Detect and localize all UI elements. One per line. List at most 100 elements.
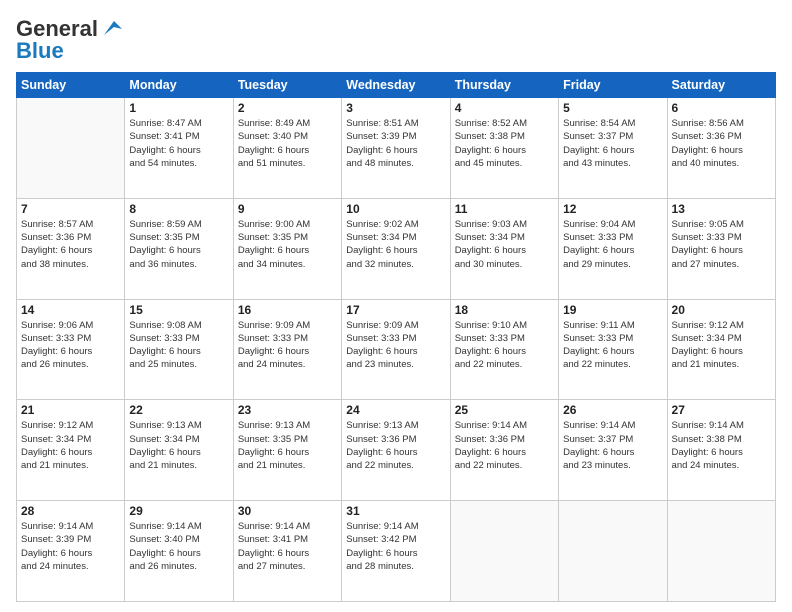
weekday-header-row: SundayMondayTuesdayWednesdayThursdayFrid… [17, 73, 776, 98]
day-cell-29: 29 Sunrise: 9:14 AM Sunset: 3:40 PM Dayli… [125, 501, 233, 602]
day-info: Sunrise: 9:10 AM Sunset: 3:33 PM Dayligh… [455, 319, 554, 372]
header: General Blue [16, 16, 776, 64]
day-info: Sunrise: 8:52 AM Sunset: 3:38 PM Dayligh… [455, 117, 554, 170]
day-number: 2 [238, 101, 337, 115]
main-container: General Blue SundayMondayTuesdayWednesda… [0, 0, 792, 612]
day-number: 22 [129, 403, 228, 417]
day-number: 11 [455, 202, 554, 216]
day-number: 6 [672, 101, 771, 115]
day-cell-31: 31Sunrise: 9:14 AM Sunset: 3:42 PM Dayli… [342, 501, 450, 602]
day-cell-2: 2 Sunrise: 8:49 AM Sunset: 3:40 PM Daylig… [233, 98, 341, 199]
day-info: Sunrise: 9:14 AM Sunset: 3:36 PM Dayligh… [455, 419, 554, 472]
day-info: Sunrise: 9:05 AM Sunset: 3:33 PM Dayligh… [672, 218, 771, 271]
day-info: Sunrise: 9:14 AM Sunset: 3:41 PM Dayligh… [238, 520, 337, 573]
day-info: Sunrise: 9:13 AM Sunset: 3:35 PM Dayligh… [238, 419, 337, 472]
day-cell-18: 18 Sunrise: 9:10 AM Sunset: 3:33 PM Dayli… [450, 299, 558, 400]
day-number: 8 [129, 202, 228, 216]
day-number: 29 [129, 504, 228, 518]
day-cell-8: 8 Sunrise: 8:59 AM Sunset: 3:35 PM Daylig… [125, 198, 233, 299]
day-info: Sunrise: 8:57 AM Sunset: 3:36 PM Dayligh… [21, 218, 120, 271]
day-number: 15 [129, 303, 228, 317]
day-number: 14 [21, 303, 120, 317]
day-number: 19 [563, 303, 662, 317]
day-info: Sunrise: 9:11 AM Sunset: 3:33 PM Dayligh… [563, 319, 662, 372]
day-cell-21: 21Sunrise: 9:12 AM Sunset: 3:34 PM Dayli… [17, 400, 125, 501]
day-cell-7: 7Sunrise: 8:57 AM Sunset: 3:36 PM Daylig… [17, 198, 125, 299]
day-info: Sunrise: 9:09 AM Sunset: 3:33 PM Dayligh… [238, 319, 337, 372]
day-cell-11: 11Sunrise: 9:03 AM Sunset: 3:34 PM Dayli… [450, 198, 558, 299]
day-cell-24: 24 Sunrise: 9:13 AM Sunset: 3:36 PM Dayli… [342, 400, 450, 501]
day-cell-17: 17Sunrise: 9:09 AM Sunset: 3:33 PM Dayli… [342, 299, 450, 400]
day-number: 21 [21, 403, 120, 417]
day-number: 12 [563, 202, 662, 216]
day-info: Sunrise: 9:13 AM Sunset: 3:36 PM Dayligh… [346, 419, 445, 472]
weekday-wednesday: Wednesday [342, 73, 450, 98]
day-cell-12: 12 Sunrise: 9:04 AM Sunset: 3:33 PM Dayli… [559, 198, 667, 299]
day-info: Sunrise: 9:08 AM Sunset: 3:33 PM Dayligh… [129, 319, 228, 372]
day-number: 24 [346, 403, 445, 417]
week-row-2: 7Sunrise: 8:57 AM Sunset: 3:36 PM Daylig… [17, 198, 776, 299]
day-cell-25: 25Sunrise: 9:14 AM Sunset: 3:36 PM Dayli… [450, 400, 558, 501]
empty-cell [559, 501, 667, 602]
day-number: 28 [21, 504, 120, 518]
day-info: Sunrise: 9:14 AM Sunset: 3:42 PM Dayligh… [346, 520, 445, 573]
day-cell-13: 13 Sunrise: 9:05 AM Sunset: 3:33 PM Dayli… [667, 198, 775, 299]
day-cell-16: 16Sunrise: 9:09 AM Sunset: 3:33 PM Dayli… [233, 299, 341, 400]
day-number: 9 [238, 202, 337, 216]
day-number: 18 [455, 303, 554, 317]
logo-bird-icon [100, 19, 122, 37]
weekday-monday: Monday [125, 73, 233, 98]
week-row-1: 1 Sunrise: 8:47 AM Sunset: 3:41 PM Daylig… [17, 98, 776, 199]
day-info: Sunrise: 8:47 AM Sunset: 3:41 PM Dayligh… [129, 117, 228, 170]
day-info: Sunrise: 8:54 AM Sunset: 3:37 PM Dayligh… [563, 117, 662, 170]
day-cell-19: 19 Sunrise: 9:11 AM Sunset: 3:33 PM Dayli… [559, 299, 667, 400]
logo: General Blue [16, 16, 122, 64]
day-info: Sunrise: 9:13 AM Sunset: 3:34 PM Dayligh… [129, 419, 228, 472]
empty-cell [667, 501, 775, 602]
day-info: Sunrise: 9:02 AM Sunset: 3:34 PM Dayligh… [346, 218, 445, 271]
day-number: 20 [672, 303, 771, 317]
day-info: Sunrise: 9:14 AM Sunset: 3:40 PM Dayligh… [129, 520, 228, 573]
day-cell-20: 20Sunrise: 9:12 AM Sunset: 3:34 PM Dayli… [667, 299, 775, 400]
day-number: 4 [455, 101, 554, 115]
day-cell-30: 30 Sunrise: 9:14 AM Sunset: 3:41 PM Dayli… [233, 501, 341, 602]
weekday-friday: Friday [559, 73, 667, 98]
day-info: Sunrise: 9:06 AM Sunset: 3:33 PM Dayligh… [21, 319, 120, 372]
day-cell-5: 5 Sunrise: 8:54 AM Sunset: 3:37 PM Daylig… [559, 98, 667, 199]
day-cell-26: 26 Sunrise: 9:14 AM Sunset: 3:37 PM Dayli… [559, 400, 667, 501]
day-cell-14: 14 Sunrise: 9:06 AM Sunset: 3:33 PM Dayli… [17, 299, 125, 400]
day-number: 13 [672, 202, 771, 216]
day-number: 5 [563, 101, 662, 115]
weekday-thursday: Thursday [450, 73, 558, 98]
day-number: 10 [346, 202, 445, 216]
day-cell-22: 22 Sunrise: 9:13 AM Sunset: 3:34 PM Dayli… [125, 400, 233, 501]
empty-cell [17, 98, 125, 199]
day-number: 30 [238, 504, 337, 518]
day-cell-27: 27Sunrise: 9:14 AM Sunset: 3:38 PM Dayli… [667, 400, 775, 501]
logo-blue: Blue [16, 38, 64, 64]
day-number: 1 [129, 101, 228, 115]
day-cell-6: 6Sunrise: 8:56 AM Sunset: 3:36 PM Daylig… [667, 98, 775, 199]
day-cell-23: 23 Sunrise: 9:13 AM Sunset: 3:35 PM Dayli… [233, 400, 341, 501]
day-cell-4: 4 Sunrise: 8:52 AM Sunset: 3:38 PM Daylig… [450, 98, 558, 199]
week-row-5: 28Sunrise: 9:14 AM Sunset: 3:39 PM Dayli… [17, 501, 776, 602]
day-number: 23 [238, 403, 337, 417]
day-cell-3: 3 Sunrise: 8:51 AM Sunset: 3:39 PM Daylig… [342, 98, 450, 199]
day-info: Sunrise: 9:14 AM Sunset: 3:37 PM Dayligh… [563, 419, 662, 472]
day-number: 26 [563, 403, 662, 417]
day-cell-1: 1 Sunrise: 8:47 AM Sunset: 3:41 PM Daylig… [125, 98, 233, 199]
day-number: 3 [346, 101, 445, 115]
day-info: Sunrise: 8:49 AM Sunset: 3:40 PM Dayligh… [238, 117, 337, 170]
week-row-3: 14 Sunrise: 9:06 AM Sunset: 3:33 PM Dayli… [17, 299, 776, 400]
day-info: Sunrise: 9:14 AM Sunset: 3:38 PM Dayligh… [672, 419, 771, 472]
day-cell-9: 9 Sunrise: 9:00 AM Sunset: 3:35 PM Daylig… [233, 198, 341, 299]
weekday-saturday: Saturday [667, 73, 775, 98]
day-number: 17 [346, 303, 445, 317]
day-info: Sunrise: 8:51 AM Sunset: 3:39 PM Dayligh… [346, 117, 445, 170]
weekday-tuesday: Tuesday [233, 73, 341, 98]
calendar-table: SundayMondayTuesdayWednesdayThursdayFrid… [16, 72, 776, 602]
day-info: Sunrise: 8:59 AM Sunset: 3:35 PM Dayligh… [129, 218, 228, 271]
day-info: Sunrise: 9:04 AM Sunset: 3:33 PM Dayligh… [563, 218, 662, 271]
day-cell-10: 10 Sunrise: 9:02 AM Sunset: 3:34 PM Dayli… [342, 198, 450, 299]
day-info: Sunrise: 9:00 AM Sunset: 3:35 PM Dayligh… [238, 218, 337, 271]
